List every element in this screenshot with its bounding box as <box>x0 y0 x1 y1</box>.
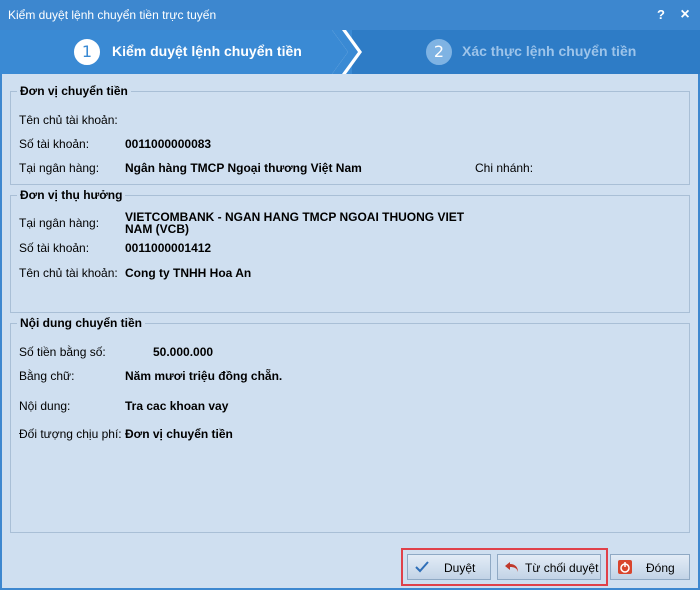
step-1-label: Kiểm duyệt lệnh chuyển tiền <box>112 43 302 59</box>
beneficiary-bank-label: Tại ngân hàng: <box>19 216 100 230</box>
checkmark-icon <box>415 561 429 573</box>
transfer-group-title: Nội dung chuyển tiền <box>17 316 145 330</box>
content-panel: Đơn vị chuyển tiền Tên chủ tài khoản: Số… <box>2 74 698 544</box>
approve-button[interactable]: Duyệt <box>407 554 491 580</box>
sender-account-value: 0011000000083 <box>125 137 212 151</box>
fee-payer-label: Đối tượng chịu phí: <box>19 427 122 441</box>
close-button-label: Đóng <box>646 561 675 575</box>
step-2-label: Xác thực lệnh chuyển tiền <box>462 43 637 59</box>
close-icon[interactable]: × <box>676 6 694 24</box>
power-icon <box>618 560 632 574</box>
sender-group-title: Đơn vị chuyển tiền <box>17 84 131 98</box>
sender-bank-label: Tại ngân hàng: <box>19 161 100 175</box>
beneficiary-owner-label: Tên chủ tài khoản: <box>19 266 118 280</box>
undo-arrow-icon <box>505 562 518 572</box>
amount-value: 50.000.000 <box>153 345 214 359</box>
amount-words-label: Bằng chữ: <box>19 369 75 383</box>
title-bar: Kiểm duyệt lệnh chuyển tiền trực tuyến ?… <box>0 0 700 30</box>
beneficiary-group-title: Đơn vị thụ hưởng <box>17 188 126 202</box>
step-2-number: 2 <box>426 39 452 65</box>
help-icon[interactable]: ? <box>652 6 670 24</box>
transfer-group: Nội dung chuyển tiền Số tiền bằng số: 50… <box>10 316 690 533</box>
beneficiary-account-label: Số tài khoản: <box>19 241 90 255</box>
fee-payer-value: Đơn vị chuyển tiền <box>125 427 233 441</box>
close-button[interactable]: Đóng <box>610 554 690 580</box>
step-1-number: 1 <box>74 39 100 65</box>
approve-button-label: Duyệt <box>444 561 476 575</box>
reject-button[interactable]: Từ chối duyệt <box>497 554 601 580</box>
beneficiary-owner-value: Cong ty TNHH Hoa An <box>125 266 252 280</box>
dialog-window: Kiểm duyệt lệnh chuyển tiền trực tuyến ?… <box>0 0 700 590</box>
amount-label: Số tiền bằng số: <box>19 345 106 359</box>
beneficiary-account-value: 0011000001412 <box>125 241 212 255</box>
sender-bank-value: Ngân hàng TMCP Ngoại thương Việt Nam <box>125 161 362 175</box>
sender-owner-label: Tên chủ tài khoản: <box>19 113 118 127</box>
step-bar: 1 Kiểm duyệt lệnh chuyển tiền 2 Xác thực… <box>0 30 700 74</box>
amount-words-value: Năm mươi triệu đồng chẵn. <box>125 369 283 383</box>
reject-button-label: Từ chối duyệt <box>525 561 599 575</box>
sender-branch-label: Chi nhánh: <box>475 161 534 175</box>
content-value: Tra cac khoan vay <box>125 399 229 413</box>
beneficiary-group: Đơn vị thụ hưởng Tại ngân hàng: VIETCOMB… <box>10 188 690 313</box>
window-title: Kiểm duyệt lệnh chuyển tiền trực tuyến <box>8 8 217 22</box>
content-label: Nội dung: <box>19 399 71 413</box>
sender-group: Đơn vị chuyển tiền Tên chủ tài khoản: Số… <box>10 84 690 185</box>
sender-account-label: Số tài khoản: <box>19 137 90 151</box>
chevron-right-icon <box>332 30 362 74</box>
beneficiary-bank-value-line2: NAM (VCB) <box>125 222 189 236</box>
button-bar: Duyệt Từ chối duyệt Đóng <box>2 544 698 588</box>
